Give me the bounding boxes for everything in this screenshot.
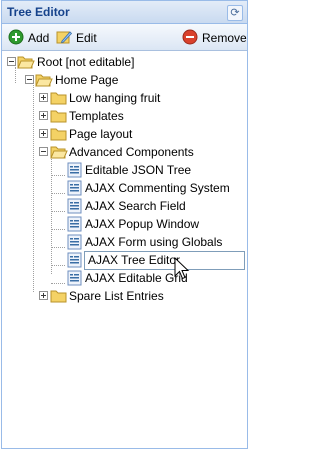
tree-node-spare-list-entries[interactable]: Spare List Entries	[2, 287, 202, 305]
folder-open-icon	[17, 56, 35, 69]
expand-icon[interactable]	[39, 93, 48, 102]
tree-node-label: Advanced Components	[69, 145, 194, 159]
tree-leaf-editable-json-tree[interactable]: Editable JSON Tree	[2, 161, 222, 179]
tree-node-label: AJAX Form using Globals	[85, 235, 223, 249]
collapse-icon[interactable]	[25, 75, 34, 84]
document-icon	[67, 216, 82, 232]
expand-icon[interactable]	[39, 111, 48, 120]
remove-button-label: Remove	[202, 31, 247, 45]
edit-button-label: Edit	[76, 31, 97, 45]
tree-node-label: AJAX Popup Window	[85, 217, 200, 231]
refresh-icon[interactable]: ⟳	[227, 5, 243, 21]
tree-node-label: Templates	[69, 109, 124, 123]
tree-node-label: Spare List Entries	[69, 289, 164, 303]
tree-node-page-layout[interactable]: Page layout	[2, 125, 202, 143]
tree-node-templates[interactable]: Templates	[2, 107, 202, 125]
mouse-pointer-icon	[174, 257, 190, 280]
tree-node-low-hanging-fruit[interactable]: Low hanging fruit	[2, 89, 202, 107]
panel-header: Tree Editor ⟳	[2, 1, 247, 24]
document-icon	[67, 234, 82, 250]
tree-node-label: AJAX Commenting System	[85, 181, 230, 195]
tree-leaf-ajax-commenting-system[interactable]: AJAX Commenting System	[2, 179, 242, 197]
tree-node-home-page[interactable]: Home Page	[2, 71, 202, 89]
tree-node-label: AJAX Search Field	[85, 199, 186, 213]
tree-editor-panel: Tree Editor ⟳ Add Edit Remove Root [not …	[1, 0, 248, 449]
add-button[interactable]: Add	[8, 29, 50, 46]
collapse-icon[interactable]	[7, 57, 16, 66]
folder-open-icon	[50, 146, 68, 159]
tree-node-label: Page layout	[69, 127, 133, 141]
tree-node-label: Editable JSON Tree	[85, 163, 192, 177]
node-edit-field[interactable]: AJAX Tree Editor	[84, 251, 245, 270]
document-icon	[67, 180, 82, 196]
expand-icon[interactable]	[39, 291, 48, 300]
panel-title: Tree Editor	[7, 5, 70, 19]
tree-node-label: AJAX Editable Grid	[85, 271, 188, 285]
document-icon	[67, 252, 82, 268]
add-icon	[8, 29, 24, 45]
tree-node-label: Low hanging fruit	[69, 91, 161, 105]
tree-leaf-ajax-popup-window[interactable]: AJAX Popup Window	[2, 215, 222, 233]
toolbar: Add Edit Remove	[2, 24, 247, 51]
tree-node-root[interactable]: Root [not editable]	[2, 53, 202, 71]
document-icon	[67, 162, 82, 178]
remove-button[interactable]: Remove	[182, 29, 247, 46]
tree-node-label: Home Page	[55, 73, 119, 87]
folder-icon	[50, 92, 67, 105]
edit-icon	[56, 31, 72, 44]
tree-leaf-ajax-form-using-globals[interactable]: AJAX Form using Globals	[2, 233, 242, 251]
folder-icon	[50, 128, 67, 141]
document-icon	[67, 198, 82, 214]
remove-icon	[182, 29, 198, 45]
folder-icon	[50, 290, 67, 303]
tree-node-label: Root [not editable]	[37, 55, 135, 69]
folder-open-icon	[35, 74, 53, 87]
expand-icon[interactable]	[39, 129, 48, 138]
tree-node-advanced-components[interactable]: Advanced Components	[2, 143, 222, 161]
tree-leaf-ajax-tree-editor[interactable]	[2, 251, 84, 269]
add-button-label: Add	[28, 31, 50, 45]
document-icon	[67, 270, 82, 286]
folder-icon	[50, 110, 67, 123]
tree-leaf-ajax-search-field[interactable]: AJAX Search Field	[2, 197, 222, 215]
edit-button[interactable]: Edit	[56, 29, 100, 46]
collapse-icon[interactable]	[39, 147, 48, 156]
